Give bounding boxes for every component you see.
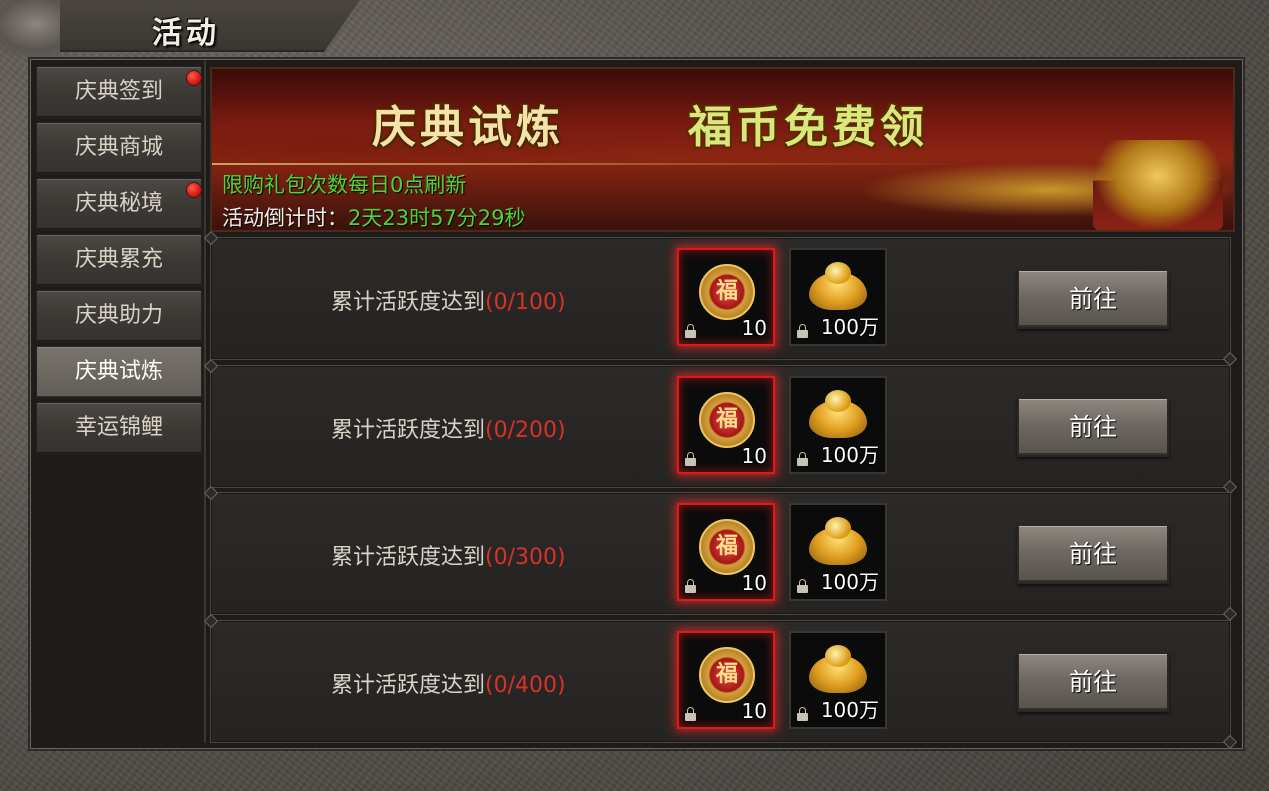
sidebar-item-label: 庆典累充 <box>74 247 163 272</box>
task-row: 累计活跃度达到(0/200) 福 10 100万 前往 <box>210 365 1231 488</box>
gold-ingot-icon <box>809 390 867 438</box>
sidebar-item-qingdian-mijing[interactable]: 庆典秘境 <box>36 178 202 230</box>
progress-text: (0/100) <box>485 290 566 315</box>
reward-quantity: 100万 <box>820 443 879 467</box>
lock-icon <box>685 324 696 338</box>
lock-icon <box>685 452 696 466</box>
sidebar-item-qingdian-leichong[interactable]: 庆典累充 <box>36 234 202 286</box>
lock-icon <box>797 579 808 593</box>
treasure-chest-icon <box>1093 140 1223 230</box>
sidebar-item-label: 庆典签到 <box>74 79 163 104</box>
reward-quantity: 100万 <box>820 315 879 339</box>
sidebar: 庆典签到 庆典商城 庆典秘境 庆典累充 庆典助力 庆典试炼 幸运锦鲤 <box>32 61 206 743</box>
reward-slot-fu-coin[interactable]: 福 10 <box>677 503 775 601</box>
sidebar-item-label: 庆典商城 <box>74 135 163 160</box>
countdown-value: 2天23时57分29秒 <box>348 206 526 230</box>
reward-quantity: 10 <box>741 444 767 468</box>
task-requirement: 累计活跃度达到(0/200) <box>331 412 566 444</box>
window-frame: 活动 庆典签到 庆典商城 庆典秘境 庆典累充 庆典助力 庆典试炼 幸运锦鲤 庆典… <box>0 0 1269 791</box>
notification-dot-icon <box>186 70 202 86</box>
banner-divider <box>212 163 972 165</box>
goto-button[interactable]: 前往 <box>1017 269 1169 329</box>
requirement-text: 累计活跃度达到 <box>331 418 486 443</box>
reward-slot-gold-ingot[interactable]: 100万 <box>789 376 887 474</box>
goto-button[interactable]: 前往 <box>1017 524 1169 584</box>
notification-dot-icon <box>186 182 202 198</box>
reward-slot-gold-ingot[interactable]: 100万 <box>789 631 887 729</box>
goto-button[interactable]: 前往 <box>1017 652 1169 712</box>
sidebar-item-label: 幸运锦鲤 <box>74 415 163 440</box>
reward-quantity: 100万 <box>820 570 879 594</box>
task-row: 累计活跃度达到(0/300) 福 10 100万 前往 <box>210 492 1231 615</box>
sidebar-item-qingdian-zhuli[interactable]: 庆典助力 <box>36 290 202 342</box>
task-row: 累计活跃度达到(0/100) 福 10 100万 前往 <box>210 237 1231 360</box>
event-banner: 庆典试炼 福币免费领 限购礼包次数每日0点刷新 活动倒计时：2天23时57分29… <box>210 67 1235 232</box>
reward-quantity: 100万 <box>820 698 879 722</box>
lock-icon <box>685 579 696 593</box>
lock-icon <box>797 707 808 721</box>
window-title: 活动 <box>152 16 220 51</box>
reward-slot-gold-ingot[interactable]: 100万 <box>789 503 887 601</box>
fu-coin-icon: 福 <box>699 519 755 575</box>
progress-text: (0/200) <box>485 418 566 443</box>
sidebar-item-qingdian-shilian[interactable]: 庆典试炼 <box>36 346 202 398</box>
requirement-text: 累计活跃度达到 <box>331 290 486 315</box>
reward-slot-fu-coin[interactable]: 福 10 <box>677 248 775 346</box>
banner-headline-right: 福币免费领 <box>688 102 928 153</box>
fu-coin-icon: 福 <box>699 647 755 703</box>
sidebar-item-label: 庆典试炼 <box>74 359 163 384</box>
reward-slot-fu-coin[interactable]: 福 10 <box>677 631 775 729</box>
lock-icon <box>797 452 808 466</box>
task-requirement: 累计活跃度达到(0/100) <box>331 284 566 316</box>
task-row: 累计活跃度达到(0/400) 福 10 100万 前往 <box>210 620 1231 743</box>
sidebar-item-label: 庆典秘境 <box>74 191 163 216</box>
reward-quantity: 10 <box>741 699 767 723</box>
task-requirement: 累计活跃度达到(0/300) <box>331 539 566 571</box>
progress-text: (0/300) <box>485 545 566 570</box>
lock-icon <box>685 707 696 721</box>
sidebar-item-qingdian-qiandao[interactable]: 庆典签到 <box>36 66 202 118</box>
gold-ingot-icon <box>809 645 867 693</box>
gold-ingot-icon <box>809 262 867 310</box>
countdown-label: 活动倒计时： <box>222 206 348 230</box>
gold-ingot-icon <box>809 517 867 565</box>
reward-slot-gold-ingot[interactable]: 100万 <box>789 248 887 346</box>
goto-button[interactable]: 前往 <box>1017 397 1169 457</box>
fu-coin-icon: 福 <box>699 392 755 448</box>
reward-quantity: 10 <box>741 571 767 595</box>
reward-slot-fu-coin[interactable]: 福 10 <box>677 376 775 474</box>
refresh-notice: 限购礼包次数每日0点刷新 <box>222 173 467 197</box>
sidebar-item-xingyun-jinli[interactable]: 幸运锦鲤 <box>36 402 202 454</box>
banner-headline-left: 庆典试炼 <box>372 102 564 153</box>
requirement-text: 累计活跃度达到 <box>331 673 486 698</box>
fu-coin-icon: 福 <box>699 264 755 320</box>
task-requirement: 累计活跃度达到(0/400) <box>331 667 566 699</box>
sidebar-item-qingdian-shangcheng[interactable]: 庆典商城 <box>36 122 202 174</box>
event-countdown: 活动倒计时：2天23时57分29秒 <box>222 202 526 230</box>
progress-text: (0/400) <box>485 673 566 698</box>
requirement-text: 累计活跃度达到 <box>331 545 486 570</box>
lock-icon <box>797 324 808 338</box>
sidebar-item-label: 庆典助力 <box>74 303 163 328</box>
reward-quantity: 10 <box>741 316 767 340</box>
